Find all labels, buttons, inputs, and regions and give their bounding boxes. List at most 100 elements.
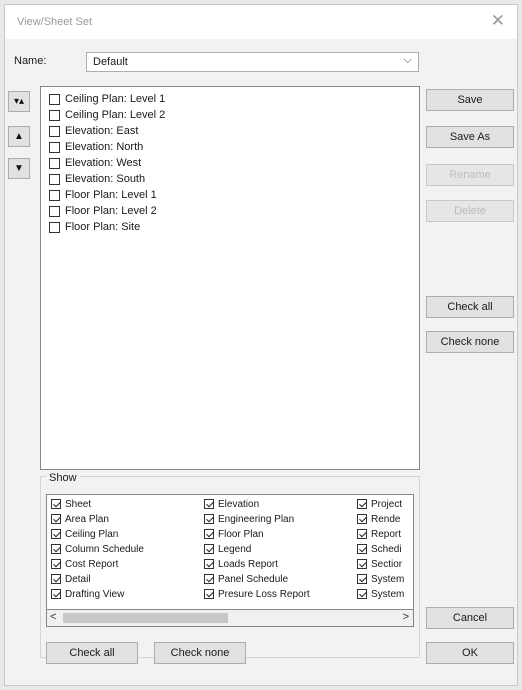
list-item[interactable]: Elevation: North	[49, 141, 143, 156]
checkbox[interactable]	[204, 514, 214, 525]
sheet-label: Ceiling Plan: Level 2	[65, 109, 166, 121]
show-item-label: Drafting View	[65, 589, 125, 600]
list-item[interactable]: Elevation: East	[49, 125, 138, 140]
move-down-button[interactable]: ▼	[8, 158, 30, 179]
sheet-list[interactable]: Ceiling Plan: Level 1 Ceiling Plan: Leve…	[40, 86, 420, 470]
checkbox[interactable]	[204, 544, 214, 555]
list-item[interactable]: Area Plan	[51, 514, 109, 528]
checkbox[interactable]	[51, 574, 61, 585]
list-item[interactable]: Presure Loss Report	[204, 589, 310, 603]
show-item-label: Cost Report	[65, 559, 119, 570]
move-up-button[interactable]: ▲	[8, 126, 30, 147]
list-item[interactable]: Column Schedule	[51, 544, 144, 558]
cancel-button[interactable]: Cancel	[426, 607, 514, 629]
list-item[interactable]: Ceiling Plan	[51, 529, 118, 543]
checkbox[interactable]	[49, 189, 60, 201]
list-item[interactable]: Schedi	[357, 544, 402, 558]
show-item-label: System	[371, 574, 405, 585]
horizontal-scrollbar[interactable]: < >	[46, 610, 414, 627]
checkbox[interactable]	[49, 109, 60, 121]
show-item-label: Detail	[65, 574, 91, 585]
check-none-button[interactable]: Check none	[426, 331, 514, 353]
checkbox[interactable]	[49, 173, 60, 185]
checkbox[interactable]	[51, 499, 61, 510]
checkbox[interactable]	[204, 574, 214, 585]
checkbox[interactable]	[204, 529, 214, 540]
checkbox[interactable]	[49, 205, 60, 217]
name-label: Name:	[14, 55, 47, 67]
scrollbar-thumb[interactable]	[63, 613, 228, 623]
checkbox[interactable]	[357, 589, 367, 600]
close-icon[interactable]: ✕	[491, 11, 505, 31]
list-item[interactable]: Project	[357, 499, 402, 513]
checkbox[interactable]	[357, 514, 367, 525]
list-item[interactable]: Loads Report	[204, 559, 278, 573]
checkbox[interactable]	[357, 529, 367, 540]
list-item[interactable]: Sheet	[51, 499, 91, 513]
list-item[interactable]: Floor Plan: Level 1	[49, 189, 157, 204]
checkbox[interactable]	[204, 589, 214, 600]
checkbox[interactable]	[51, 529, 61, 540]
show-list[interactable]: Sheet Area Plan Ceiling Plan Column Sche…	[46, 494, 414, 610]
ok-button[interactable]: OK	[426, 642, 514, 664]
checkbox[interactable]	[51, 559, 61, 570]
rename-button[interactable]: Rename	[426, 164, 514, 186]
checkbox[interactable]	[204, 559, 214, 570]
list-item[interactable]: Floor Plan: Site	[49, 221, 140, 236]
sort-button[interactable]: ▾▴	[8, 91, 30, 112]
list-item[interactable]: Sectior	[357, 559, 402, 573]
checkbox[interactable]	[49, 93, 60, 105]
checkbox[interactable]	[51, 514, 61, 525]
list-item[interactable]: Detail	[51, 574, 91, 588]
show-item-label: System	[371, 589, 405, 600]
show-item-label: Sectior	[371, 559, 403, 570]
list-item[interactable]: Ceiling Plan: Level 1	[49, 93, 165, 108]
list-item[interactable]: Rende	[357, 514, 400, 528]
list-item[interactable]: Floor Plan	[204, 529, 264, 543]
show-check-all-button[interactable]: Check all	[46, 642, 138, 664]
list-item[interactable]: System	[357, 589, 404, 603]
checkbox[interactable]	[357, 574, 367, 585]
list-item[interactable]: Elevation: West	[49, 157, 141, 172]
show-item-label: Panel Schedule	[218, 574, 289, 585]
checkbox[interactable]	[51, 589, 61, 600]
list-item[interactable]: Panel Schedule	[204, 574, 288, 588]
show-item-label: Engineering Plan	[218, 514, 295, 525]
save-button[interactable]: Save	[426, 89, 514, 111]
show-item-label: Report	[371, 529, 402, 540]
checkbox[interactable]	[204, 499, 214, 510]
show-item-label: Loads Report	[218, 559, 279, 570]
list-item[interactable]: Engineering Plan	[204, 514, 294, 528]
list-item[interactable]: Legend	[204, 544, 251, 558]
show-check-none-button[interactable]: Check none	[154, 642, 246, 664]
checkbox[interactable]	[49, 141, 60, 153]
show-item-label: Schedi	[371, 544, 402, 555]
checkbox[interactable]	[51, 544, 61, 555]
checkbox[interactable]	[357, 559, 367, 570]
sheet-label: Floor Plan: Site	[65, 221, 141, 233]
list-item[interactable]: Ceiling Plan: Level 2	[49, 109, 165, 124]
scroll-left-icon[interactable]: <	[50, 611, 56, 623]
checkbox[interactable]	[357, 499, 367, 510]
show-item-label: Ceiling Plan	[65, 529, 119, 540]
delete-button[interactable]: Delete	[426, 200, 514, 222]
checkbox[interactable]	[49, 157, 60, 169]
name-dropdown[interactable]: Default ⌵	[86, 52, 419, 72]
checkbox[interactable]	[49, 221, 60, 233]
list-item[interactable]: System	[357, 574, 404, 588]
list-item[interactable]: Elevation: South	[49, 173, 145, 188]
sheet-label: Floor Plan: Level 1	[65, 189, 157, 201]
sheet-label: Elevation: South	[65, 173, 146, 185]
checkbox[interactable]	[49, 125, 60, 137]
show-group-label: Show	[46, 472, 80, 484]
list-item[interactable]: Cost Report	[51, 559, 118, 573]
scroll-right-icon[interactable]: >	[403, 611, 409, 623]
show-item-label: Sheet	[65, 499, 92, 510]
checkbox[interactable]	[357, 544, 367, 555]
list-item[interactable]: Drafting View	[51, 589, 124, 603]
list-item[interactable]: Report	[357, 529, 401, 543]
save-as-button[interactable]: Save As	[426, 126, 514, 148]
list-item[interactable]: Elevation	[204, 499, 259, 513]
list-item[interactable]: Floor Plan: Level 2	[49, 205, 157, 220]
check-all-button[interactable]: Check all	[426, 296, 514, 318]
